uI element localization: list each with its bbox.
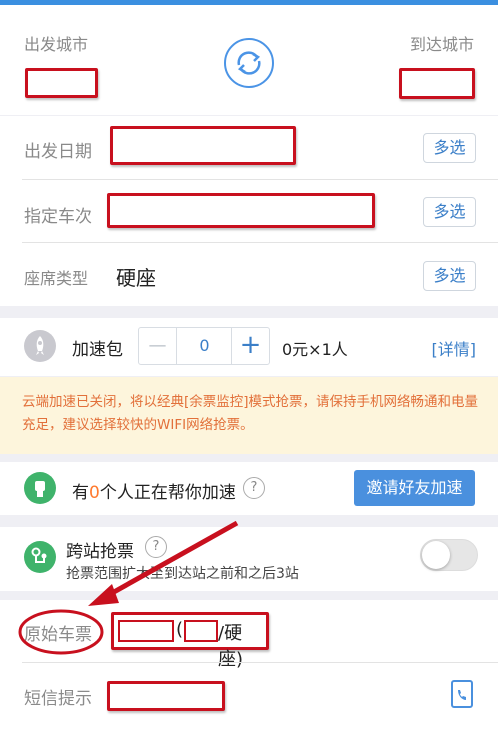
seat-value[interactable]: 硬座 xyxy=(116,262,156,291)
divider xyxy=(22,242,498,243)
swap-icon xyxy=(237,51,261,75)
swap-cities-button[interactable] xyxy=(224,38,274,88)
redacted-station xyxy=(184,620,218,642)
to-city-field[interactable] xyxy=(399,68,475,99)
notice-banner: 云端加速已关闭，将以经典[余票监控]模式抢票，请保持手机网络畅通和电量充足，建议… xyxy=(0,377,498,454)
toggle-knob xyxy=(422,541,450,569)
helpers-suffix: 个人正在帮你加速 xyxy=(99,483,236,503)
quantity-stepper[interactable]: — 0 + xyxy=(138,327,270,365)
rocket-icon xyxy=(24,330,56,362)
price-text: 0元×1人 xyxy=(282,340,348,359)
helpers-count: 0 xyxy=(89,483,100,503)
redacted-train xyxy=(118,620,174,642)
quantity-value: 0 xyxy=(199,336,210,355)
from-city-field[interactable] xyxy=(25,68,98,98)
to-city-label: 到达城市 xyxy=(409,35,474,54)
helpers-prefix: 有 xyxy=(72,483,89,503)
divider xyxy=(22,179,498,180)
date-label: 出发日期 xyxy=(24,142,92,162)
open-paren: ( xyxy=(176,619,184,640)
fist-icon xyxy=(24,472,56,504)
speed-pack-label: 加速包 xyxy=(72,340,123,360)
train-label: 指定车次 xyxy=(24,207,92,227)
original-ticket-card: 原始车票 ( /硬座) 短信提示 xyxy=(0,600,498,731)
speed-pack-card: 加速包 — 0 + 0元×1人 [详情] xyxy=(0,318,498,376)
seat-suffix: /硬座) xyxy=(218,623,244,670)
help-icon[interactable]: ? xyxy=(145,536,167,558)
divider xyxy=(22,662,498,663)
help-icon[interactable]: ? xyxy=(243,477,265,499)
helpers-text: 有0个人正在帮你加速 xyxy=(72,478,236,503)
original-ticket-value: ( /硬座) xyxy=(111,612,269,670)
details-link[interactable]: [详情] xyxy=(432,336,477,360)
ticket-form-card: 出发日期 多选 指定车次 多选 座席类型 硬座 多选 xyxy=(0,116,498,306)
original-ticket-label: 原始车票 xyxy=(24,625,92,645)
route-card: 出发城市 到达城市 xyxy=(0,5,498,115)
date-multi-select-button[interactable]: 多选 xyxy=(423,133,476,163)
cross-station-toggle[interactable] xyxy=(420,539,478,571)
train-multi-select-button[interactable]: 多选 xyxy=(423,197,476,227)
train-field[interactable] xyxy=(107,193,375,228)
invite-friends-button[interactable]: 邀请好友加速 xyxy=(354,470,475,506)
cross-station-card: 跨站抢票 ? 抢票范围扩大至到达站之前和之后3站 xyxy=(0,527,498,591)
notice-text: 云端加速已关闭，将以经典[余票监控]模式抢票，请保持手机网络畅通和电量充足，建议… xyxy=(22,394,479,433)
from-city-label: 出发城市 xyxy=(24,35,89,54)
seat-multi-select-button[interactable]: 多选 xyxy=(423,261,476,291)
sms-label: 短信提示 xyxy=(24,689,92,709)
increment-button[interactable]: + xyxy=(231,328,269,364)
phone-contact-icon[interactable] xyxy=(451,680,473,708)
date-field[interactable] xyxy=(110,126,296,165)
sms-phone-field[interactable] xyxy=(107,681,225,711)
cross-station-title: 跨站抢票 xyxy=(66,542,134,562)
seat-label: 座席类型 xyxy=(24,269,89,288)
cross-station-desc: 抢票范围扩大至到达站之前和之后3站 xyxy=(66,566,299,582)
map-pin-icon xyxy=(24,541,56,573)
helpers-card: 有0个人正在帮你加速 ? 邀请好友加速 xyxy=(0,462,498,515)
decrement-button[interactable]: — xyxy=(139,328,177,364)
